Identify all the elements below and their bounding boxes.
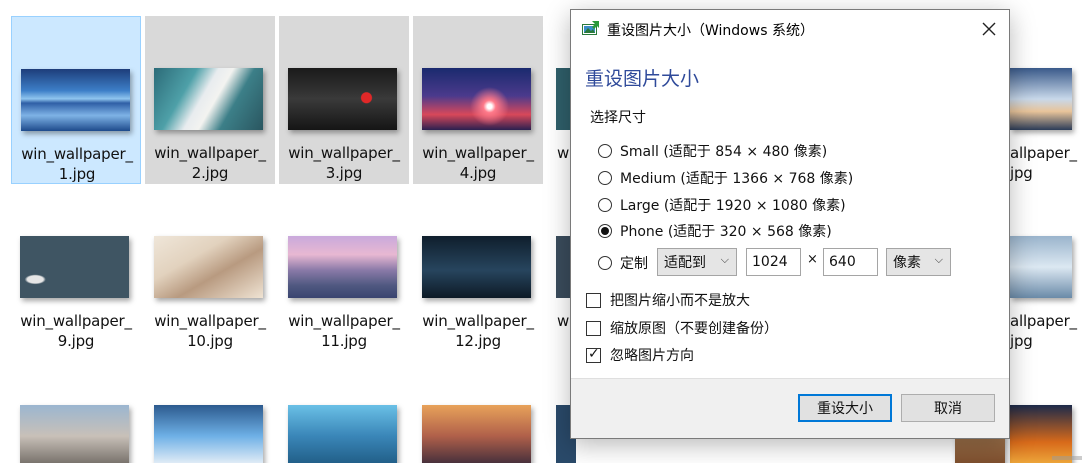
thumbnail[interactable] (288, 405, 397, 463)
unit-select[interactable]: 像素 ⌵ (886, 248, 951, 276)
file-name: win_wallpaper_ 10.jpg (154, 312, 266, 350)
file-item[interactable]: win_wallpaper_ 12.jpg (413, 184, 543, 352)
file-item[interactable]: win_wallpaper_ 11.jpg (279, 184, 409, 352)
file-item[interactable]: allpaper_ jpg (1005, 16, 1083, 184)
check-ignore-orientation[interactable]: 忽略图片方向 (586, 344, 694, 366)
size-section-label: 选择尺寸 (590, 110, 646, 126)
file-name: win_wallpaper_ 3.jpg (288, 144, 400, 182)
chevron-down-icon: ⌵ (934, 253, 943, 266)
scrollbar-icon[interactable] (1052, 455, 1082, 461)
thumbnail (1010, 68, 1072, 130)
fit-mode-value: 适配到 (664, 255, 706, 271)
file-item[interactable]: win_wallpaper_ 4.jpg (413, 16, 543, 184)
file-name: allpaper_ jpg (1010, 312, 1077, 350)
chevron-down-icon: ⌵ (720, 253, 729, 266)
fit-mode-select[interactable]: 适配到 ⌵ (657, 248, 737, 276)
option-label: 定制 (620, 256, 648, 272)
file-item[interactable]: win_wallpaper_ 1.jpg (11, 16, 141, 184)
file-name: win_wallpaper_ 12.jpg (422, 312, 534, 350)
file-item[interactable]: win_wallpaper_ 10.jpg (145, 184, 275, 352)
file-name: win_wallpaper_ 1.jpg (21, 145, 133, 183)
file-item[interactable]: win_wallpaper_ 3.jpg (279, 16, 409, 184)
checkbox[interactable] (586, 346, 601, 363)
thumbnail (422, 68, 531, 130)
times-sign: × (807, 252, 818, 267)
check-replace-original[interactable]: 缩放原图（不要创建备份） (586, 317, 778, 339)
dialog-footer: 重设大小 取消 (571, 378, 1009, 438)
check-label: 忽略图片方向 (610, 348, 694, 364)
radio-button[interactable] (598, 224, 612, 238)
cancel-button[interactable]: 取消 (901, 394, 995, 422)
unit-value: 像素 (893, 255, 921, 271)
radio-button[interactable] (598, 171, 612, 185)
check-label: 缩放原图（不要创建备份） (610, 321, 778, 337)
option-label: Small (适配于 854 × 480 像素) (620, 144, 828, 160)
radio-button[interactable] (598, 198, 612, 212)
check-shrink-only[interactable]: 把图片缩小而不是放大 (586, 289, 750, 311)
resize-button[interactable]: 重设大小 (798, 394, 892, 422)
dialog-heading: 重设图片大小 (585, 68, 700, 90)
option-small[interactable]: Small (适配于 854 × 480 像素) (598, 140, 827, 162)
window-title: 重设图片大小（Windows 系统） (607, 23, 814, 39)
option-label: Large (适配于 1920 × 1080 像素) (620, 198, 846, 214)
image-resizer-icon (582, 21, 599, 35)
title-bar[interactable]: 重设图片大小（Windows 系统） (571, 10, 1009, 48)
height-input[interactable]: 640 (823, 248, 878, 276)
thumbnail (422, 236, 531, 298)
option-large[interactable]: Large (适配于 1920 × 1080 像素) (598, 194, 846, 216)
option-phone[interactable]: Phone (适配于 320 × 568 像素) (598, 220, 832, 242)
file-name: win_wallpaper_ 2.jpg (154, 144, 266, 182)
thumbnail[interactable] (422, 405, 531, 463)
thumbnail (288, 68, 397, 130)
file-name: allpaper_ jpg (1010, 144, 1077, 182)
close-button[interactable] (969, 10, 1009, 48)
thumbnail (288, 236, 397, 298)
thumbnail (21, 69, 130, 131)
file-item[interactable]: win_wallpaper_ 9.jpg (11, 184, 141, 352)
thumbnail (1010, 236, 1072, 298)
file-name: win_wallpaper_ 9.jpg (20, 312, 132, 350)
close-icon (982, 22, 996, 36)
checkbox[interactable] (586, 320, 601, 336)
radio-button[interactable] (598, 144, 612, 158)
thumbnail (154, 68, 263, 130)
option-medium[interactable]: Medium (适配于 1366 × 768 像素) (598, 167, 853, 189)
thumbnail (20, 236, 129, 298)
width-input[interactable]: 1024 (746, 248, 801, 276)
check-label: 把图片缩小而不是放大 (610, 293, 750, 309)
thumbnail[interactable] (20, 405, 129, 463)
option-custom[interactable]: 定制 (598, 252, 648, 274)
resize-dialog: 重设图片大小（Windows 系统） 重设图片大小 选择尺寸 Small (适配… (570, 9, 1010, 439)
thumbnail (154, 236, 263, 298)
checkbox[interactable] (586, 292, 601, 308)
option-label: Medium (适配于 1366 × 768 像素) (620, 171, 854, 187)
thumbnail[interactable] (154, 405, 263, 463)
file-item[interactable]: allpaper_ jpg (1005, 184, 1083, 352)
file-name: win_wallpaper_ 4.jpg (422, 144, 534, 182)
radio-button[interactable] (598, 256, 612, 270)
file-name: win_wallpaper_ 11.jpg (288, 312, 400, 350)
file-item[interactable]: win_wallpaper_ 2.jpg (145, 16, 275, 184)
option-label: Phone (适配于 320 × 568 像素) (620, 224, 832, 240)
